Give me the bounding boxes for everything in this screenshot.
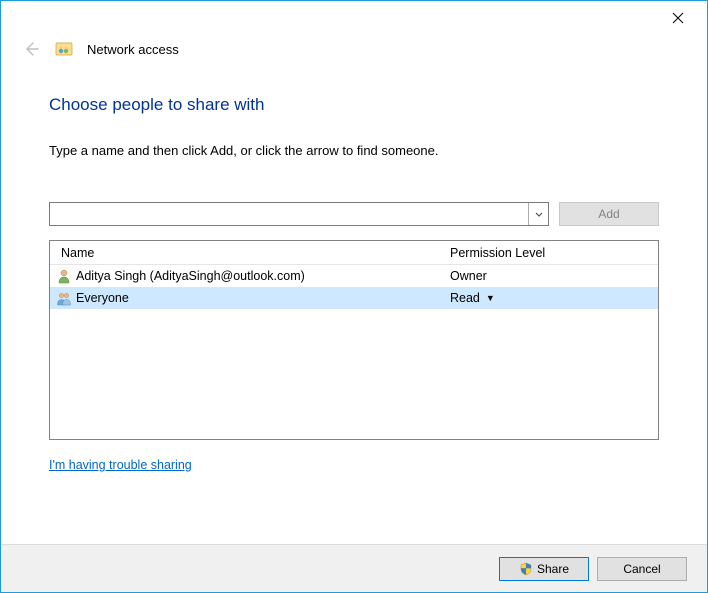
help-link[interactable]: I'm having trouble sharing [49,458,192,472]
row-permission-text: Read [450,291,480,305]
row-permission-text: Owner [450,269,487,283]
add-button[interactable]: Add [559,202,659,226]
column-header-permission[interactable]: Permission Level [450,246,658,260]
name-input[interactable] [50,203,528,225]
list-row[interactable]: Everyone Read ▼ [50,287,658,309]
shield-icon [519,562,533,576]
instruction-text: Type a name and then click Add, or click… [49,143,659,158]
column-header-name[interactable]: Name [50,246,450,260]
network-access-icon [55,40,73,58]
combobox-dropdown-button[interactable] [528,203,548,225]
chevron-down-icon [535,212,543,217]
close-icon [672,12,684,24]
window-title: Network access [87,42,179,57]
group-icon [56,290,72,306]
share-button-label: Share [537,562,569,576]
permission-dropdown[interactable]: Read ▼ [450,291,658,305]
page-heading: Choose people to share with [49,95,659,115]
close-button[interactable] [662,3,707,33]
chevron-down-icon: ▼ [486,293,495,303]
list-row[interactable]: Aditya Singh (AdityaSingh@outlook.com) O… [50,265,658,287]
cancel-button[interactable]: Cancel [597,557,687,581]
user-icon [56,268,72,284]
share-list: Name Permission Level Aditya Singh (Adit… [49,240,659,440]
name-combobox[interactable] [49,202,549,226]
row-name-text: Everyone [76,291,129,305]
list-header: Name Permission Level [50,241,658,265]
back-arrow-icon [22,40,40,58]
share-button[interactable]: Share [499,557,589,581]
back-button[interactable] [21,39,41,59]
row-name-text: Aditya Singh (AdityaSingh@outlook.com) [76,269,305,283]
